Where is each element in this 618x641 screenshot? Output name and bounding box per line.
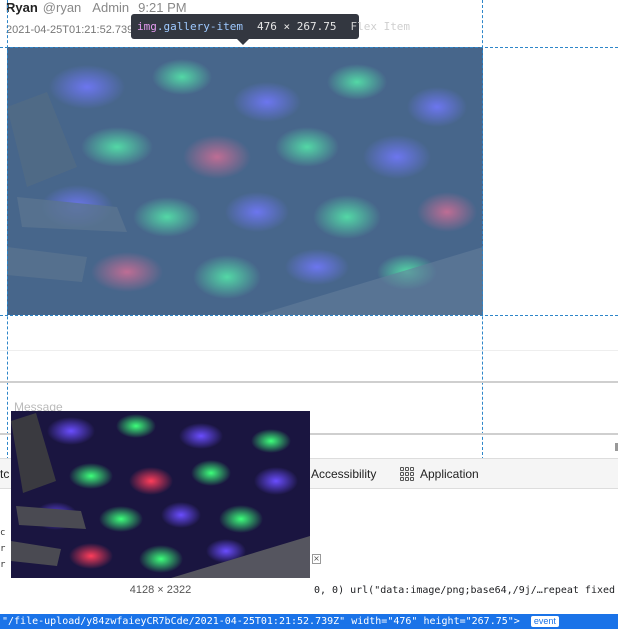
tab-label: Accessibility: [311, 467, 377, 481]
author-name[interactable]: Ryan: [6, 0, 38, 15]
application-grid-icon: [400, 467, 414, 481]
gallery-image-graphic: [7, 47, 483, 315]
message-time: 9:21 PM: [138, 0, 187, 15]
preview-natural-size: 4128 × 2322: [129, 584, 192, 596]
guide-line-bottom: [0, 315, 618, 316]
selected-element-breadcrumb[interactable]: "/file-upload/y84zwfaieyCR7bCde/2021-04-…: [0, 614, 618, 629]
tooltip-tag: img: [137, 20, 157, 33]
preview-image-graphic: [11, 411, 310, 578]
message-separator: [0, 350, 618, 351]
styles-gutter: c r r: [0, 525, 5, 573]
event-badge[interactable]: event: [530, 616, 559, 627]
tab-truncated[interactable]: tc: [0, 459, 9, 489]
author-handle[interactable]: @ryan: [43, 0, 82, 15]
guide-line-left: [7, 0, 8, 460]
guide-line-top: [0, 47, 618, 48]
gutter-char: r: [0, 560, 6, 570]
width-attribute[interactable]: width="476": [351, 616, 417, 627]
tab-label: Application: [420, 467, 479, 481]
gallery-image[interactable]: [7, 47, 483, 315]
role-badge: Admin: [92, 0, 130, 15]
tooltip-arrow: [237, 39, 249, 45]
tooltip-layout-type: Flex Item: [350, 20, 411, 33]
tab-accessibility[interactable]: Accessibility: [311, 459, 376, 489]
tab-application[interactable]: Application: [400, 459, 479, 489]
tab-label: tc: [0, 467, 10, 481]
css-property-value[interactable]: 0, 0) url("data:image/png;base64,/9j/…re…: [314, 585, 615, 596]
image-preview-popup: [11, 411, 310, 578]
guide-line-right: [482, 0, 483, 460]
src-attribute[interactable]: "/file-upload/y84zwfaieyCR7bCde/2021-04-…: [2, 616, 345, 627]
gutter-char: c: [0, 528, 6, 538]
attachment-title[interactable]: 2021-04-25T01:21:52.739: [6, 24, 136, 36]
page-bottom: [0, 629, 618, 641]
devtools-element-tooltip: img .gallery-item 476 × 267.75 Flex Item: [131, 14, 410, 39]
tooltip-class: .gallery-item: [156, 20, 243, 33]
close-icon[interactable]: ×: [312, 554, 321, 564]
gutter-char: r: [0, 544, 6, 554]
tooltip-dimensions: 476 × 267.75: [256, 20, 337, 33]
composer-border: [0, 381, 618, 383]
height-attribute[interactable]: height="267.75">: [423, 616, 519, 627]
